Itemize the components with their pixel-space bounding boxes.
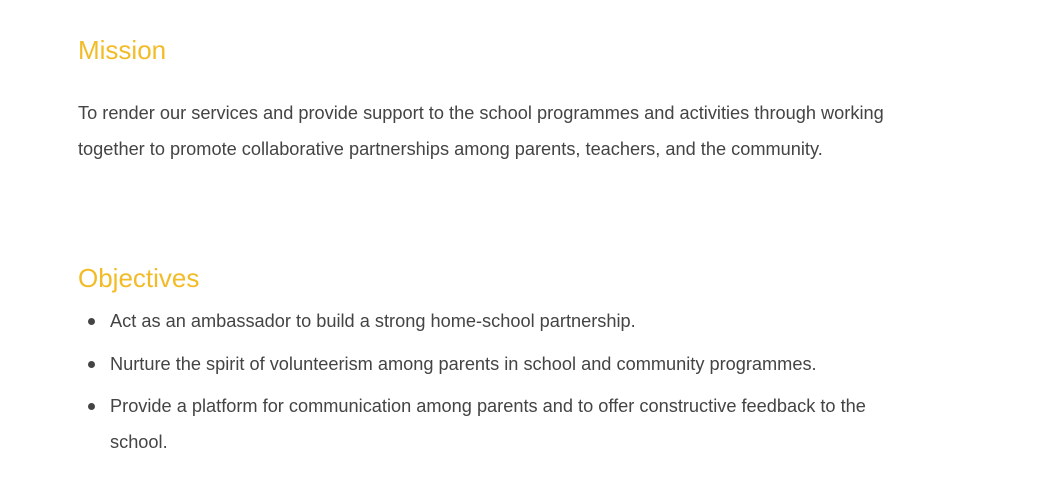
bullet-icon [88, 403, 95, 410]
objective-item: Nurture the spirit of volunteerism among… [78, 347, 908, 383]
bullet-icon [88, 360, 95, 368]
bullet-icon [88, 318, 95, 325]
objective-text: Act as an ambassador to build a strong h… [110, 311, 636, 331]
objective-item: Act as an ambassador to build a strong h… [78, 304, 908, 340]
mission-text: To render our services and provide suppo… [78, 103, 884, 159]
objectives-heading: Objectives [78, 263, 200, 293]
mission-heading: Mission [78, 35, 167, 65]
objective-text: Provide a platform for communication amo… [110, 396, 866, 452]
objective-text: Nurture the spirit of volunteerism among… [110, 353, 817, 374]
objectives-list: Act as an ambassador to build a strong h… [78, 304, 908, 467]
objective-item: Provide a platform for communication amo… [78, 389, 908, 460]
